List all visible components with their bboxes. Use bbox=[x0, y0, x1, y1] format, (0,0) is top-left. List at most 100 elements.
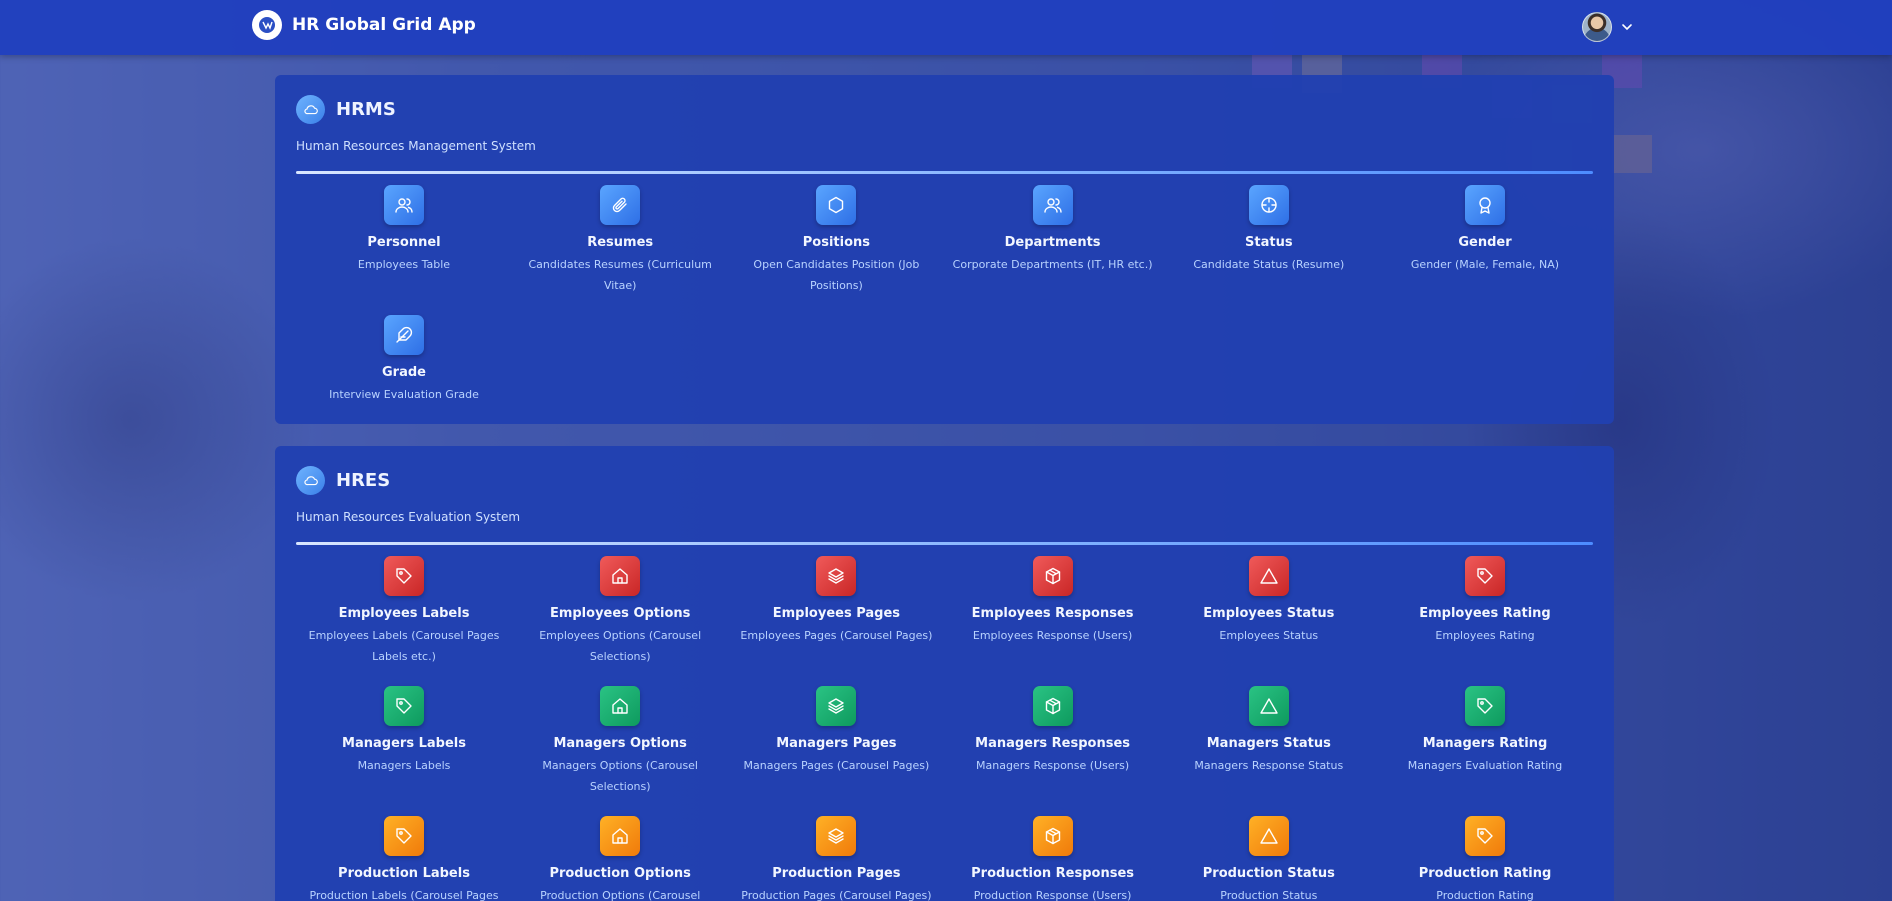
tile-label[interactable]: Status bbox=[1161, 234, 1377, 251]
tile-description: Employees Pages (Carousel Pages) bbox=[740, 629, 933, 642]
chevron-down-icon[interactable] bbox=[1620, 20, 1634, 34]
tile-production-status[interactable]: Production Status Production Status bbox=[1161, 816, 1377, 901]
section-title: HRES bbox=[336, 470, 391, 491]
tile-label[interactable]: Managers Rating bbox=[1377, 735, 1593, 752]
tile-employees-responses[interactable]: Employees Responses Employees Response (U… bbox=[945, 556, 1161, 646]
users-icon[interactable] bbox=[384, 185, 424, 225]
tile-description: Production Pages (Carousel Pages) bbox=[741, 889, 932, 901]
package-icon[interactable] bbox=[1032, 686, 1073, 726]
tile-positions[interactable]: Positions Open Candidates Position (Job P… bbox=[728, 185, 944, 296]
tile-label[interactable]: Employees Pages bbox=[728, 605, 944, 622]
top-navbar: HR Global Grid App bbox=[0, 0, 1892, 55]
paperclip-icon[interactable] bbox=[600, 185, 641, 225]
tile-label[interactable]: Employees Responses bbox=[945, 605, 1161, 622]
triangle-icon[interactable] bbox=[1248, 816, 1289, 856]
tile-description: Production Response (Users) bbox=[973, 889, 1132, 901]
section-subtitle: Human Resources Evaluation System bbox=[296, 510, 521, 524]
tile-label[interactable]: Production Pages bbox=[728, 865, 944, 882]
tile-production-options[interactable]: Production Options Production Options (Ca… bbox=[512, 816, 728, 901]
tag-icon[interactable] bbox=[384, 816, 424, 856]
tile-production-rating[interactable]: Production Rating Production Rating bbox=[1377, 816, 1593, 901]
section-hrms: HRMS Human Resources Management System P… bbox=[275, 75, 1614, 424]
tile-label[interactable]: Employees Status bbox=[1161, 605, 1377, 622]
tag-icon[interactable] bbox=[1465, 686, 1505, 726]
layers-icon[interactable] bbox=[816, 686, 857, 726]
crosshair-icon[interactable] bbox=[1248, 185, 1289, 225]
tile-label[interactable]: Positions bbox=[728, 234, 944, 251]
triangle-icon[interactable] bbox=[1248, 556, 1289, 596]
tile-label[interactable]: Employees Rating bbox=[1377, 605, 1593, 622]
home-icon[interactable] bbox=[600, 686, 641, 726]
tile-managers-responses[interactable]: Managers Responses Managers Response (Use… bbox=[945, 686, 1161, 776]
tile-managers-status[interactable]: Managers Status Managers Response Status bbox=[1161, 686, 1377, 776]
tile-employees-status[interactable]: Employees Status Employees Status bbox=[1161, 556, 1377, 646]
award-icon[interactable] bbox=[1465, 185, 1505, 225]
tile-description: Employees Rating bbox=[1435, 629, 1535, 642]
tile-description: Production Labels (Carousel Pages bbox=[309, 889, 499, 901]
tile-label[interactable]: Managers Options bbox=[512, 735, 728, 752]
tile-description: Managers Labels bbox=[357, 759, 451, 772]
tile-description: Employees Table bbox=[357, 258, 451, 271]
section-subtitle: Human Resources Management System bbox=[296, 139, 536, 153]
tile-label[interactable]: Production Options bbox=[512, 865, 728, 882]
tile-description: Candidates Resumes (Curriculum Vitae) bbox=[528, 258, 712, 292]
tile-managers-pages[interactable]: Managers Pages Managers Pages (Carousel P… bbox=[728, 686, 944, 776]
tile-label[interactable]: Resumes bbox=[512, 234, 728, 251]
tile-description: Open Candidates Position (Job Positions) bbox=[753, 258, 920, 292]
tile-employees-options[interactable]: Employees Options Employees Options (Caro… bbox=[512, 556, 728, 667]
tile-personnel[interactable]: Personnel Employees Table bbox=[296, 185, 512, 275]
tile-employees-pages[interactable]: Employees Pages Employees Pages (Carousel… bbox=[728, 556, 944, 646]
tile-label[interactable]: Managers Pages bbox=[728, 735, 944, 752]
tag-icon[interactable] bbox=[384, 556, 424, 596]
tile-label[interactable]: Employees Labels bbox=[296, 605, 512, 622]
package-icon[interactable] bbox=[1032, 556, 1073, 596]
feather-icon[interactable] bbox=[384, 315, 424, 355]
tile-label[interactable]: Managers Responses bbox=[945, 735, 1161, 752]
tile-description: Production Rating bbox=[1436, 889, 1534, 901]
tile-resumes[interactable]: Resumes Candidates Resumes (Curriculum Vi… bbox=[512, 185, 728, 296]
tile-gender[interactable]: Gender Gender (Male, Female, NA) bbox=[1377, 185, 1593, 275]
tile-production-labels[interactable]: Production Labels Production Labels (Caro… bbox=[296, 816, 512, 901]
tile-managers-options[interactable]: Managers Options Managers Options (Carous… bbox=[512, 686, 728, 797]
tile-employees-labels[interactable]: Employees Labels Employees Labels (Carous… bbox=[296, 556, 512, 667]
triangle-icon[interactable] bbox=[1248, 686, 1289, 726]
tile-label[interactable]: Employees Options bbox=[512, 605, 728, 622]
tile-label[interactable]: Departments bbox=[945, 234, 1161, 251]
tile-label[interactable]: Grade bbox=[296, 364, 512, 381]
tile-label[interactable]: Personnel bbox=[296, 234, 512, 251]
tile-grade[interactable]: Grade Interview Evaluation Grade bbox=[296, 315, 512, 405]
section-hres: HRES Human Resources Evaluation System E… bbox=[275, 446, 1614, 901]
tile-employees-rating[interactable]: Employees Rating Employees Rating bbox=[1377, 556, 1593, 646]
home-icon[interactable] bbox=[600, 556, 641, 596]
brand[interactable]: HR Global Grid App bbox=[252, 10, 476, 40]
tile-description: Employees Options (Carousel Selections) bbox=[539, 629, 702, 663]
avatar[interactable] bbox=[1582, 12, 1612, 42]
section-title: HRMS bbox=[336, 99, 396, 120]
tile-label[interactable]: Managers Labels bbox=[296, 735, 512, 752]
home-icon[interactable] bbox=[600, 816, 641, 856]
tile-description: Employees Status bbox=[1219, 629, 1319, 642]
hexagon-icon[interactable] bbox=[816, 185, 857, 225]
tag-icon[interactable] bbox=[384, 686, 424, 726]
tile-production-responses[interactable]: Production Responses Production Response … bbox=[945, 816, 1161, 901]
package-icon[interactable] bbox=[1032, 816, 1073, 856]
tile-label[interactable]: Managers Status bbox=[1161, 735, 1377, 752]
tag-icon[interactable] bbox=[1465, 556, 1505, 596]
users-icon[interactable] bbox=[1032, 185, 1073, 225]
tile-production-pages[interactable]: Production Pages Production Pages (Carous… bbox=[728, 816, 944, 901]
tile-label[interactable]: Gender bbox=[1377, 234, 1593, 251]
cloud-icon bbox=[296, 95, 325, 124]
tile-label[interactable]: Production Status bbox=[1161, 865, 1377, 882]
tile-description: Employees Labels (Carousel Pages Labels … bbox=[308, 629, 500, 663]
tile-managers-rating[interactable]: Managers Rating Managers Evaluation Ratin… bbox=[1377, 686, 1593, 776]
tile-departments[interactable]: Departments Corporate Departments (IT, HR… bbox=[945, 185, 1161, 275]
layers-icon[interactable] bbox=[816, 816, 857, 856]
tag-icon[interactable] bbox=[1465, 816, 1505, 856]
tile-label[interactable]: Production Responses bbox=[945, 865, 1161, 882]
tile-status[interactable]: Status Candidate Status (Resume) bbox=[1161, 185, 1377, 275]
user-menu[interactable] bbox=[1582, 12, 1634, 42]
tile-managers-labels[interactable]: Managers Labels Managers Labels bbox=[296, 686, 512, 776]
tile-label[interactable]: Production Rating bbox=[1377, 865, 1593, 882]
layers-icon[interactable] bbox=[816, 556, 857, 596]
tile-label[interactable]: Production Labels bbox=[296, 865, 512, 882]
